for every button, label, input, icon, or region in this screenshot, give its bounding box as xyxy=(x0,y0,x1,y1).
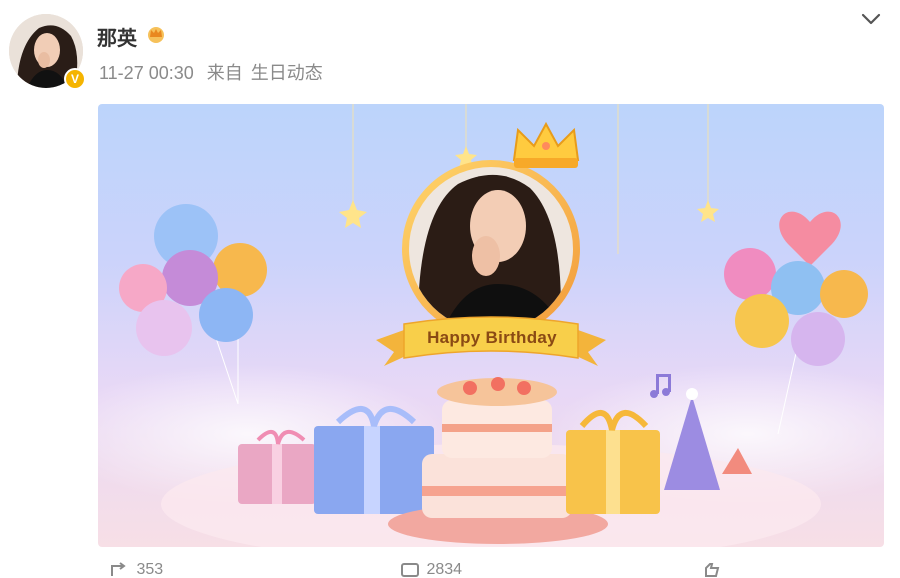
comment-count: 2834 xyxy=(426,561,463,578)
action-bar: 353 2834 xyxy=(0,561,900,578)
crown-badge-icon xyxy=(148,27,164,43)
post-source[interactable]: 生日动态 xyxy=(251,63,323,83)
happy-birthday-banner: Happy Birthday xyxy=(427,328,557,347)
username[interactable]: 那英 xyxy=(97,22,137,51)
chevron-down-icon[interactable] xyxy=(858,8,884,30)
repost-count: 353 xyxy=(136,561,164,578)
post-meta: 11-27 00:30 来自 生日动态 xyxy=(99,59,331,85)
post-time[interactable]: 11-27 00:30 xyxy=(99,63,194,83)
crown-icon xyxy=(512,121,580,168)
source-prefix: 来自 xyxy=(206,63,243,83)
verified-badge-icon: V xyxy=(64,68,86,90)
birthday-illustration xyxy=(98,104,884,547)
birthday-card-image[interactable]: Happy Birthday xyxy=(98,104,884,547)
